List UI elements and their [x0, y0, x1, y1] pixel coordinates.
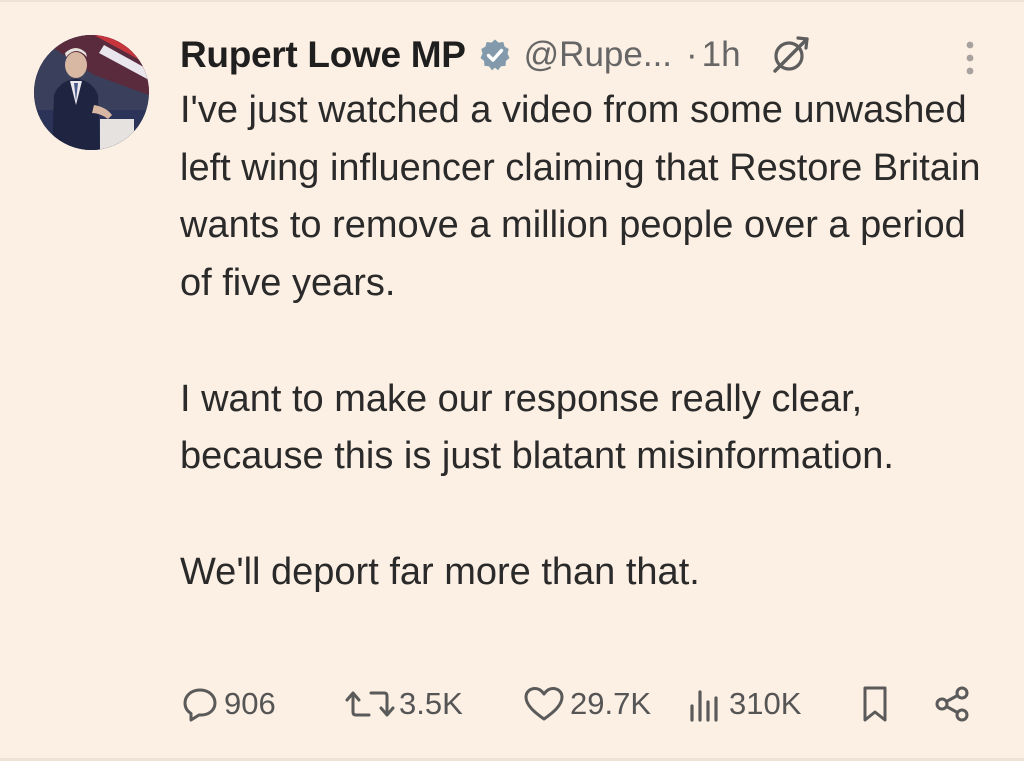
reply-button[interactable]: 906	[180, 680, 276, 728]
tweet-action-bar: 906 3.5K 29.7K 310K	[180, 680, 980, 728]
repost-button[interactable]: 3.5K	[345, 680, 463, 728]
like-button[interactable]: 29.7K	[522, 680, 651, 728]
tweet-paragraph: I want to make our response really clear…	[180, 377, 894, 478]
views-count: 310K	[729, 686, 802, 721]
tweet-paragraph: We'll deport far more than that.	[180, 550, 700, 593]
more-vertical-icon[interactable]	[960, 38, 980, 78]
tweet-text: I've just watched a video from some unwa…	[180, 82, 1000, 601]
author-name[interactable]: Rupert Lowe MP	[180, 34, 466, 76]
share-icon	[932, 684, 972, 724]
bookmark-icon	[857, 684, 893, 724]
tweet-paragraph: I've just watched a video from some unwa…	[180, 89, 981, 305]
tweet-header: Rupert Lowe MP @Rupe... · 1h	[180, 30, 1000, 80]
reply-count: 906	[224, 686, 276, 721]
author-handle[interactable]: @Rupe...	[524, 35, 672, 75]
like-count: 29.7K	[570, 686, 652, 721]
heart-icon	[522, 684, 566, 724]
grok-icon[interactable]	[769, 34, 811, 76]
tweet-timestamp[interactable]: 1h	[702, 35, 741, 75]
share-button[interactable]	[932, 680, 972, 728]
views-chart-icon	[685, 684, 725, 724]
views-button[interactable]: 310K	[685, 680, 801, 728]
avatar-photo	[34, 35, 149, 150]
repost-count: 3.5K	[399, 686, 463, 721]
meta-separator: ·	[686, 35, 698, 74]
verified-badge-icon	[478, 38, 512, 72]
avatar[interactable]	[34, 35, 149, 150]
repost-icon	[345, 684, 395, 724]
bookmark-button[interactable]	[857, 680, 893, 728]
top-divider	[0, 0, 1024, 2]
reply-icon	[180, 684, 220, 724]
